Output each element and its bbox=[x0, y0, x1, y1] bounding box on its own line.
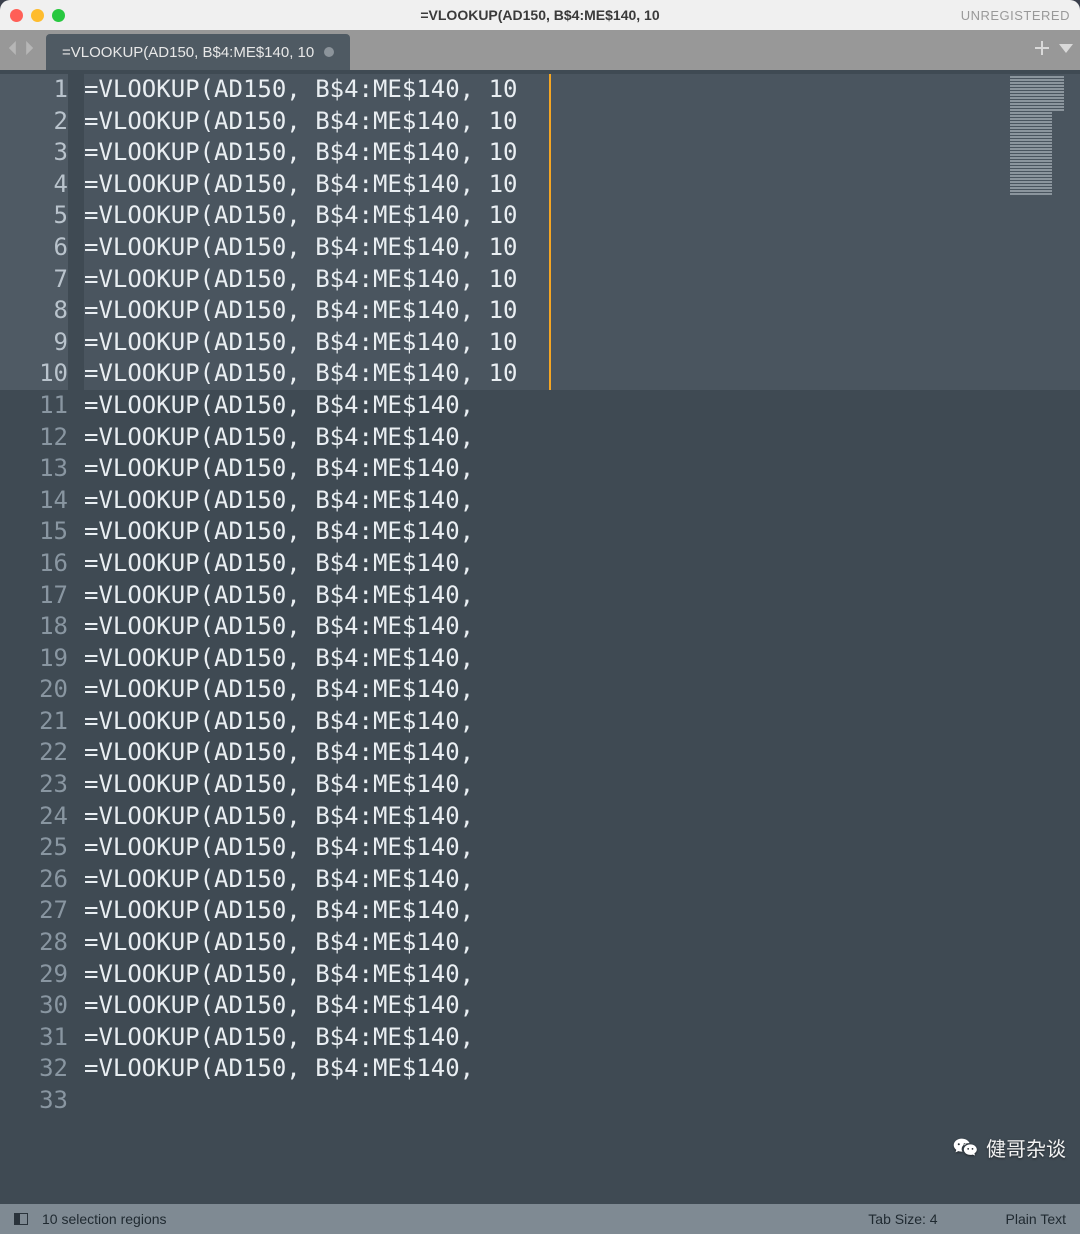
code-line[interactable]: =VLOOKUP(AD150, B$4:ME$140, 10 bbox=[84, 327, 1080, 359]
line-number: 19 bbox=[0, 643, 68, 675]
toggle-side-panel-button[interactable] bbox=[14, 1213, 28, 1225]
line-number: 2 bbox=[0, 106, 68, 138]
line-number: 8 bbox=[0, 295, 68, 327]
line-number: 12 bbox=[0, 422, 68, 454]
code-line[interactable]: =VLOOKUP(AD150, B$4:ME$140, bbox=[84, 390, 1080, 422]
line-number: 6 bbox=[0, 232, 68, 264]
code-line[interactable]: =VLOOKUP(AD150, B$4:ME$140, bbox=[84, 643, 1080, 675]
code-line[interactable]: =VLOOKUP(AD150, B$4:ME$140, bbox=[84, 516, 1080, 548]
code-line[interactable]: =VLOOKUP(AD150, B$4:ME$140, bbox=[84, 801, 1080, 833]
line-number: 14 bbox=[0, 485, 68, 517]
line-number: 15 bbox=[0, 516, 68, 548]
line-number: 4 bbox=[0, 169, 68, 201]
code-line[interactable]: =VLOOKUP(AD150, B$4:ME$140, bbox=[84, 895, 1080, 927]
code-line[interactable]: =VLOOKUP(AD150, B$4:ME$140, bbox=[84, 990, 1080, 1022]
line-number: 30 bbox=[0, 990, 68, 1022]
selection-status[interactable]: 10 selection regions bbox=[42, 1211, 167, 1227]
code-line[interactable]: =VLOOKUP(AD150, B$4:ME$140, bbox=[84, 580, 1080, 612]
tab-strip: =VLOOKUP(AD150, B$4:ME$140, 10 bbox=[0, 30, 1080, 70]
line-number: 10 bbox=[0, 358, 68, 390]
file-tab-label: =VLOOKUP(AD150, B$4:ME$140, 10 bbox=[62, 44, 314, 61]
line-number: 31 bbox=[0, 1022, 68, 1054]
line-number: 11 bbox=[0, 390, 68, 422]
window-titlebar: =VLOOKUP(AD150, B$4:ME$140, 10 UNREGISTE… bbox=[0, 0, 1080, 30]
line-number-gutter: 1234567891011121314151617181920212223242… bbox=[0, 70, 84, 1204]
close-window-button[interactable] bbox=[10, 9, 23, 22]
line-number: 25 bbox=[0, 832, 68, 864]
tab-history-nav bbox=[6, 30, 36, 70]
code-line[interactable]: =VLOOKUP(AD150, B$4:ME$140, bbox=[84, 769, 1080, 801]
line-number: 27 bbox=[0, 895, 68, 927]
line-number: 22 bbox=[0, 737, 68, 769]
code-line[interactable]: =VLOOKUP(AD150, B$4:ME$140, bbox=[84, 706, 1080, 738]
tab-size-button[interactable]: Tab Size: 4 bbox=[868, 1211, 937, 1227]
line-number: 16 bbox=[0, 548, 68, 580]
code-line[interactable]: =VLOOKUP(AD150, B$4:ME$140, 10 bbox=[84, 264, 1080, 296]
nav-forward-button[interactable] bbox=[22, 41, 36, 60]
watermark-text: 健哥杂谈 bbox=[986, 1133, 1066, 1162]
code-line[interactable]: =VLOOKUP(AD150, B$4:ME$140, 10 bbox=[84, 106, 1080, 138]
line-number: 5 bbox=[0, 200, 68, 232]
text-editor[interactable]: 1234567891011121314151617181920212223242… bbox=[0, 70, 1080, 1204]
code-line[interactable]: =VLOOKUP(AD150, B$4:ME$140, bbox=[84, 548, 1080, 580]
line-number: 29 bbox=[0, 959, 68, 991]
zoom-window-button[interactable] bbox=[52, 9, 65, 22]
registration-label: UNREGISTERED bbox=[961, 8, 1070, 23]
window-title: =VLOOKUP(AD150, B$4:ME$140, 10 bbox=[0, 7, 1080, 23]
line-number: 7 bbox=[0, 264, 68, 296]
minimize-window-button[interactable] bbox=[31, 9, 44, 22]
code-line[interactable] bbox=[84, 1085, 1080, 1117]
code-line[interactable]: =VLOOKUP(AD150, B$4:ME$140, 10 bbox=[84, 358, 1080, 390]
status-bar: 10 selection regions Tab Size: 4 Plain T… bbox=[0, 1204, 1080, 1234]
line-number: 23 bbox=[0, 769, 68, 801]
new-tab-button[interactable] bbox=[1034, 40, 1050, 61]
syntax-button[interactable]: Plain Text bbox=[1006, 1211, 1066, 1227]
code-line[interactable]: =VLOOKUP(AD150, B$4:ME$140, bbox=[84, 674, 1080, 706]
code-line[interactable]: =VLOOKUP(AD150, B$4:ME$140, bbox=[84, 453, 1080, 485]
multi-cursor-caret bbox=[549, 74, 551, 390]
tab-list-dropdown-button[interactable] bbox=[1058, 40, 1074, 61]
wechat-icon bbox=[952, 1136, 980, 1160]
code-area[interactable]: =VLOOKUP(AD150, B$4:ME$140, 10=VLOOKUP(A… bbox=[84, 70, 1080, 1204]
code-line[interactable]: =VLOOKUP(AD150, B$4:ME$140, bbox=[84, 422, 1080, 454]
unsaved-changes-icon bbox=[324, 47, 334, 57]
line-number: 26 bbox=[0, 864, 68, 896]
code-line[interactable]: =VLOOKUP(AD150, B$4:ME$140, 10 bbox=[84, 200, 1080, 232]
line-number: 17 bbox=[0, 580, 68, 612]
code-line[interactable]: =VLOOKUP(AD150, B$4:ME$140, bbox=[84, 737, 1080, 769]
line-number: 33 bbox=[0, 1085, 68, 1117]
code-line[interactable]: =VLOOKUP(AD150, B$4:ME$140, bbox=[84, 1022, 1080, 1054]
line-number: 18 bbox=[0, 611, 68, 643]
line-number: 28 bbox=[0, 927, 68, 959]
code-line[interactable]: =VLOOKUP(AD150, B$4:ME$140, 10 bbox=[84, 137, 1080, 169]
code-line[interactable]: =VLOOKUP(AD150, B$4:ME$140, 10 bbox=[84, 169, 1080, 201]
code-line[interactable]: =VLOOKUP(AD150, B$4:ME$140, bbox=[84, 927, 1080, 959]
line-number: 1 bbox=[0, 74, 68, 106]
code-line[interactable]: =VLOOKUP(AD150, B$4:ME$140, bbox=[84, 959, 1080, 991]
line-number: 20 bbox=[0, 674, 68, 706]
file-tab[interactable]: =VLOOKUP(AD150, B$4:ME$140, 10 bbox=[46, 34, 350, 70]
code-line[interactable]: =VLOOKUP(AD150, B$4:ME$140, bbox=[84, 611, 1080, 643]
code-line[interactable]: =VLOOKUP(AD150, B$4:ME$140, 10 bbox=[84, 232, 1080, 264]
code-line[interactable]: =VLOOKUP(AD150, B$4:ME$140, 10 bbox=[84, 74, 1080, 106]
code-line[interactable]: =VLOOKUP(AD150, B$4:ME$140, bbox=[84, 832, 1080, 864]
line-number: 32 bbox=[0, 1053, 68, 1085]
line-number: 13 bbox=[0, 453, 68, 485]
code-line[interactable]: =VLOOKUP(AD150, B$4:ME$140, 10 bbox=[84, 295, 1080, 327]
line-number: 21 bbox=[0, 706, 68, 738]
line-number: 9 bbox=[0, 327, 68, 359]
watermark: 健哥杂谈 bbox=[952, 1133, 1066, 1162]
line-number: 24 bbox=[0, 801, 68, 833]
nav-back-button[interactable] bbox=[6, 41, 20, 60]
code-line[interactable]: =VLOOKUP(AD150, B$4:ME$140, bbox=[84, 864, 1080, 896]
code-line[interactable]: =VLOOKUP(AD150, B$4:ME$140, bbox=[84, 1053, 1080, 1085]
code-line[interactable]: =VLOOKUP(AD150, B$4:ME$140, bbox=[84, 485, 1080, 517]
line-number: 3 bbox=[0, 137, 68, 169]
traffic-lights bbox=[10, 9, 65, 22]
